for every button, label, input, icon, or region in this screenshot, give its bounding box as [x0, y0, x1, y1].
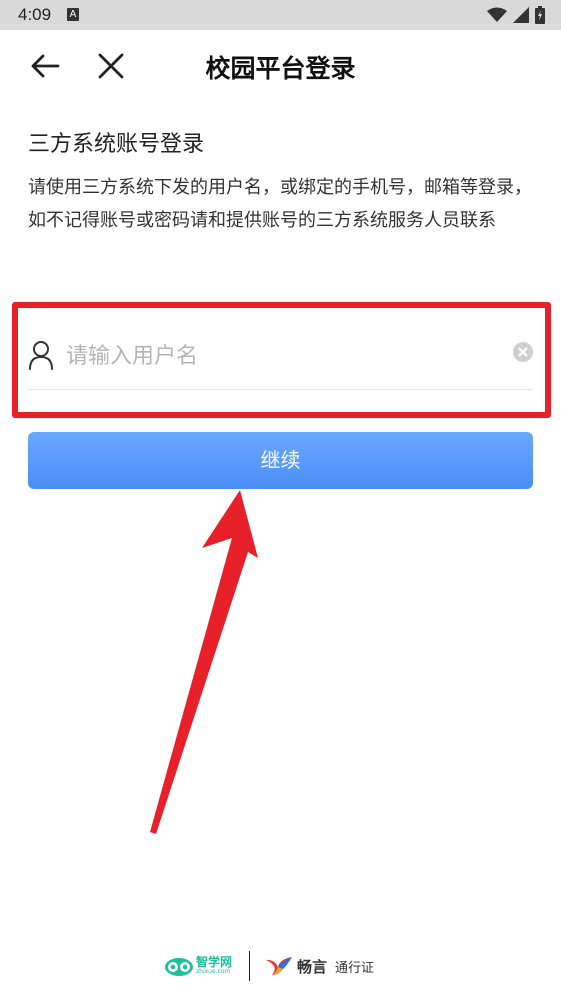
wifi-icon	[487, 7, 507, 22]
owl-icon	[165, 958, 193, 976]
login-section-title: 三方系统账号登录	[28, 132, 205, 157]
continue-button[interactable]: 继续	[28, 432, 533, 489]
brand1-name: 智学网	[196, 955, 233, 969]
status-icons	[487, 6, 545, 24]
status-time: 4:09	[18, 5, 52, 24]
status-bar: 4:09 A	[0, 0, 561, 30]
battery-icon	[535, 6, 545, 24]
brand2-sub: 通行证	[335, 960, 375, 976]
footer: 智学网 zhixue.com 畅言 通行证	[0, 945, 561, 995]
page-title: 校园平台登录	[205, 54, 356, 83]
bird-icon	[266, 957, 292, 975]
login-instructions: 请使用三方系统下发的用户名，或绑定的手机号，邮箱等登录，如不记得账号或密码请和提…	[28, 177, 532, 231]
notification-icon: A	[67, 8, 79, 21]
footer-divider	[249, 951, 250, 981]
changyan-logo: 畅言 通行证	[265, 955, 374, 977]
highlight-box	[12, 302, 551, 418]
zhixue-logo: 智学网 zhixue.com	[164, 955, 232, 977]
brand2-name: 畅言	[297, 957, 328, 976]
header: 校园平台登录	[0, 30, 561, 100]
annotation-arrow-icon	[150, 490, 258, 834]
brand1-sub: zhixue.com	[196, 968, 231, 975]
signal-icon	[513, 7, 529, 23]
